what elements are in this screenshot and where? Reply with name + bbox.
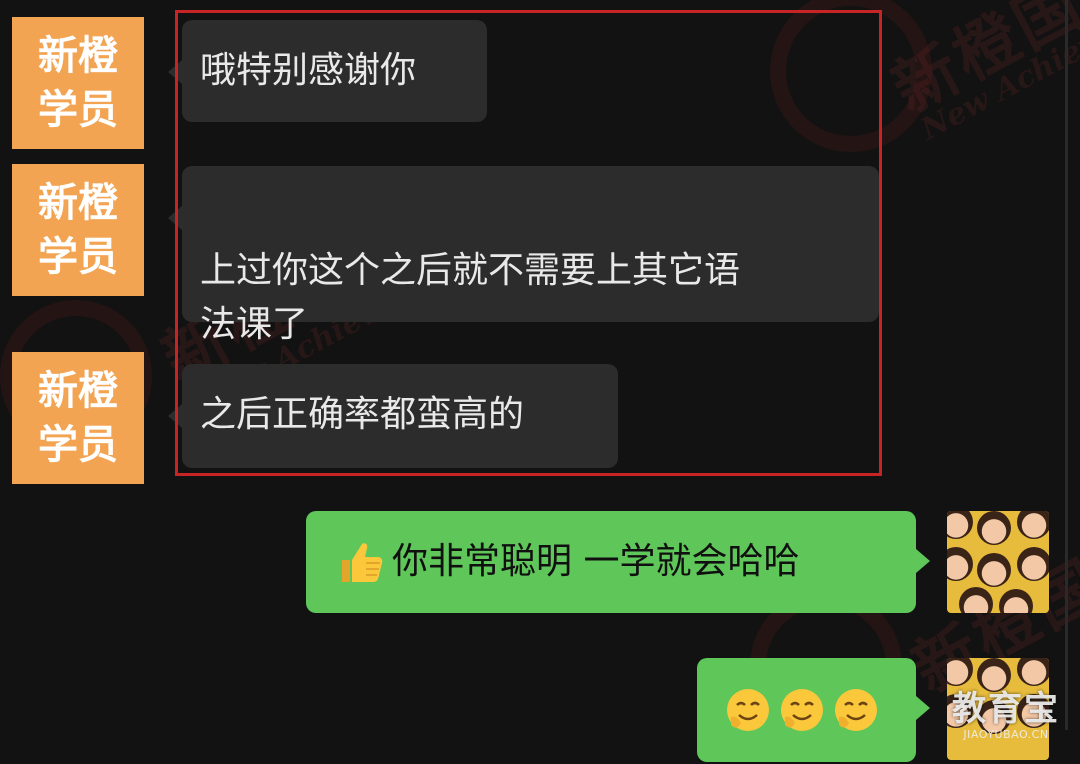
watermark-en: New Achievements — [915, 0, 1080, 148]
avatar[interactable]: 新橙 学员 — [12, 164, 144, 296]
avatar-face — [1017, 547, 1049, 581]
smiling-face-icon — [835, 689, 877, 731]
brand-name: 教育宝 — [952, 689, 1060, 729]
avatar-face — [999, 589, 1033, 613]
message-bubble-received[interactable]: 哦特别感谢你 — [168, 20, 487, 122]
avatar-face — [1017, 658, 1049, 686]
avatar[interactable] — [947, 511, 1049, 613]
message-text: 你非常聪明 一学就会哈哈 — [392, 541, 800, 582]
message-text: 哦特别感谢你 — [200, 50, 417, 91]
avatar-label: 新橙 学员 — [38, 179, 118, 280]
message-bubble-sent[interactable]: 你非常聪明 一学就会哈哈 — [306, 511, 930, 613]
message-bubble-received[interactable]: 之后正确率都蛮高的 — [168, 364, 618, 468]
avatar-face — [977, 553, 1011, 587]
smiling-face-icon — [781, 689, 823, 731]
avatar-face — [959, 587, 993, 613]
avatar-label: 新橙 学员 — [38, 32, 118, 133]
thumbs-up-icon — [342, 543, 383, 582]
brand-watermark: 教育宝 JIAOYUBAO.CN — [950, 690, 1062, 742]
smiling-face-icon — [727, 689, 769, 731]
message-bubble-received[interactable]: 上过你这个之后就不需要上其它语 法课了 — [168, 166, 879, 345]
avatar-face — [947, 547, 973, 581]
brand-url: JIAOYUBAO.CN — [963, 728, 1049, 741]
avatar-label: 新橙 学员 — [38, 367, 118, 468]
message-text: 之后正确率都蛮高的 — [200, 394, 525, 435]
avatar[interactable]: 新橙 学员 — [12, 17, 144, 149]
watermark-cn: 新橙国际 — [880, 0, 1080, 128]
scrollbar[interactable] — [1065, 0, 1068, 730]
avatar-face — [1017, 511, 1049, 539]
avatar-face — [977, 658, 1011, 692]
avatar-face — [947, 511, 973, 539]
message-bubble-sent[interactable] — [697, 658, 930, 762]
avatar-face — [977, 511, 1011, 545]
chat-screen: 新橙国际 New Achievements 新橙国际 New Achieveme… — [0, 0, 1080, 764]
watermark-logo-icon — [770, 0, 932, 152]
message-text: 上过你这个之后就不需要上其它语 法课了 — [200, 250, 741, 345]
avatar-face — [947, 658, 973, 686]
avatar[interactable]: 新橙 学员 — [12, 352, 144, 484]
